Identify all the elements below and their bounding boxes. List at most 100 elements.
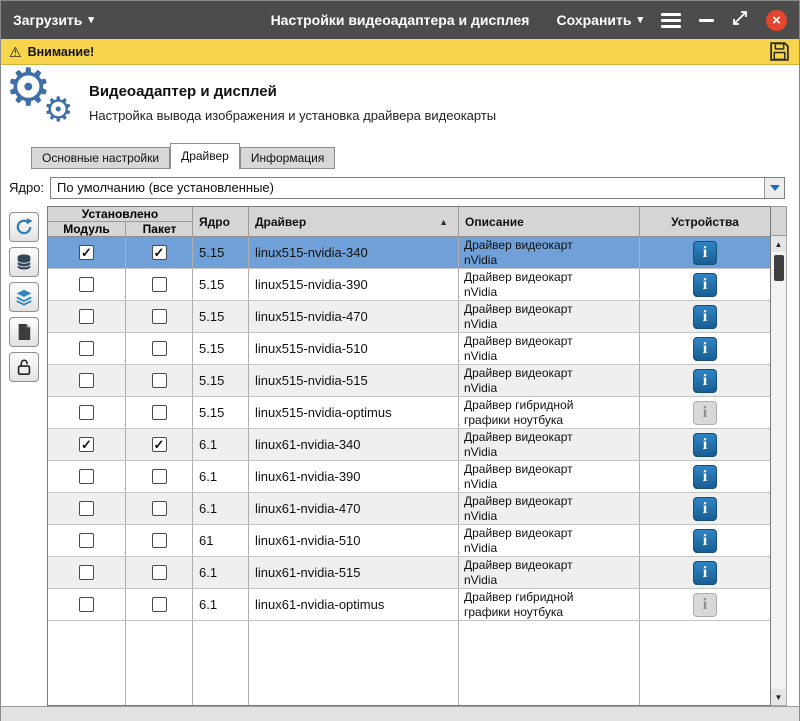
window-title: Настройки видеоадаптера и дисплея bbox=[271, 12, 530, 28]
minimize-button[interactable] bbox=[699, 19, 714, 22]
device-info-button[interactable] bbox=[693, 369, 717, 393]
packages-button[interactable] bbox=[9, 247, 39, 277]
log-button[interactable] bbox=[9, 317, 39, 347]
load-button-label: Загрузить bbox=[13, 12, 82, 28]
tab-driver[interactable]: Драйвер bbox=[170, 143, 240, 169]
table-row[interactable]: 5.15 linux515-nvidia-optimus Драйвер гиб… bbox=[48, 397, 770, 429]
vertical-scrollbar[interactable]: ▲ ▼ bbox=[771, 236, 787, 706]
package-checkbox[interactable] bbox=[152, 245, 167, 260]
device-info-button[interactable] bbox=[693, 465, 717, 489]
module-checkbox[interactable] bbox=[79, 405, 94, 420]
device-info-button[interactable] bbox=[693, 561, 717, 585]
table-row[interactable]: 6.1 linux61-nvidia-340 Драйвер видеокарт… bbox=[48, 429, 770, 461]
tab-information[interactable]: Информация bbox=[240, 147, 335, 169]
table-header: Установлено Модуль Пакет Ядро Драйвер ▲ … bbox=[48, 207, 770, 237]
kernel-cell: 6.1 bbox=[193, 589, 249, 621]
device-info-button[interactable] bbox=[693, 401, 717, 425]
table-row[interactable]: 5.15 linux515-nvidia-340 Драйвер видеока… bbox=[48, 237, 770, 269]
side-toolbar bbox=[9, 206, 39, 382]
package-checkbox[interactable] bbox=[152, 597, 167, 612]
load-button[interactable]: Загрузить ▾ bbox=[13, 12, 94, 28]
package-checkbox[interactable] bbox=[152, 437, 167, 452]
kernel-row: Ядро: По умолчанию (все установленные) bbox=[1, 169, 799, 206]
lock-icon bbox=[15, 358, 33, 376]
column-header-installed[interactable]: Установлено Модуль Пакет bbox=[48, 207, 193, 237]
app-header: ⚙ ⚙ Видеоадаптер и дисплей Настройка выв… bbox=[1, 65, 799, 141]
table-row[interactable]: 6.1 linux61-nvidia-515 Драйвер видеокарт… bbox=[48, 557, 770, 589]
chevron-down-icon bbox=[770, 185, 780, 191]
quick-save-button[interactable] bbox=[768, 40, 791, 63]
package-checkbox[interactable] bbox=[152, 373, 167, 388]
module-checkbox[interactable] bbox=[79, 373, 94, 388]
table-row[interactable]: 5.15 linux515-nvidia-510 Драйвер видеока… bbox=[48, 333, 770, 365]
dropdown-caret-icon: ▾ bbox=[88, 15, 94, 26]
description-cell: Драйвер видеокарт nVidia bbox=[464, 270, 586, 299]
expand-icon bbox=[732, 10, 748, 26]
kernel-select-arrow-button[interactable] bbox=[764, 178, 784, 198]
refresh-button[interactable] bbox=[9, 212, 39, 242]
device-info-button[interactable] bbox=[693, 273, 717, 297]
device-info-button[interactable] bbox=[693, 241, 717, 265]
package-checkbox[interactable] bbox=[152, 277, 167, 292]
driver-cell: linux61-nvidia-515 bbox=[249, 557, 459, 589]
table-row[interactable]: 6.1 linux61-nvidia-optimus Драйвер гибри… bbox=[48, 589, 770, 621]
module-checkbox[interactable] bbox=[79, 437, 94, 452]
package-checkbox[interactable] bbox=[152, 501, 167, 516]
arrow-up-icon: ▲ bbox=[775, 240, 783, 249]
module-checkbox[interactable] bbox=[79, 469, 94, 484]
menu-icon[interactable] bbox=[661, 13, 681, 28]
module-checkbox[interactable] bbox=[79, 501, 94, 516]
table-empty-area bbox=[48, 621, 770, 705]
description-cell: Драйвер видеокарт nVidia bbox=[464, 558, 586, 587]
package-checkbox[interactable] bbox=[152, 309, 167, 324]
column-header-package[interactable]: Пакет bbox=[126, 222, 193, 236]
driver-cell: linux61-nvidia-optimus bbox=[249, 589, 459, 621]
close-button[interactable]: × bbox=[766, 10, 787, 31]
device-info-button[interactable] bbox=[693, 305, 717, 329]
tab-basic-settings[interactable]: Основные настройки bbox=[31, 147, 170, 169]
scroll-up-button[interactable]: ▲ bbox=[771, 236, 786, 252]
window-bottom-edge bbox=[1, 706, 799, 721]
column-header-kernel[interactable]: Ядро bbox=[193, 207, 249, 237]
column-header-description[interactable]: Описание bbox=[459, 207, 640, 237]
scrollbar-thumb[interactable] bbox=[774, 255, 784, 281]
device-info-button[interactable] bbox=[693, 433, 717, 457]
table-row[interactable]: 6.1 linux61-nvidia-470 Драйвер видеокарт… bbox=[48, 493, 770, 525]
unlock-button[interactable] bbox=[9, 352, 39, 382]
save-button[interactable]: Сохранить ▾ bbox=[557, 12, 644, 28]
maximize-button[interactable] bbox=[732, 10, 748, 31]
module-checkbox[interactable] bbox=[79, 277, 94, 292]
module-checkbox[interactable] bbox=[79, 341, 94, 356]
table-row[interactable]: 61 linux61-nvidia-510 Драйвер видеокарт … bbox=[48, 525, 770, 557]
package-checkbox[interactable] bbox=[152, 405, 167, 420]
device-info-button[interactable] bbox=[693, 593, 717, 617]
module-checkbox[interactable] bbox=[79, 597, 94, 612]
package-checkbox[interactable] bbox=[152, 533, 167, 548]
device-info-button[interactable] bbox=[693, 497, 717, 521]
kernel-cell: 6.1 bbox=[193, 493, 249, 525]
close-icon: × bbox=[772, 13, 781, 28]
column-header-devices[interactable]: Устройства bbox=[640, 207, 770, 237]
table-row[interactable]: 5.15 linux515-nvidia-390 Драйвер видеока… bbox=[48, 269, 770, 301]
table-row[interactable]: 5.15 linux515-nvidia-515 Драйвер видеока… bbox=[48, 365, 770, 397]
column-header-module[interactable]: Модуль bbox=[48, 222, 126, 236]
page-subtitle: Настройка вывода изображения и установка… bbox=[89, 108, 496, 123]
table-row[interactable]: 6.1 linux61-nvidia-390 Драйвер видеокарт… bbox=[48, 461, 770, 493]
table-row[interactable]: 5.15 linux515-nvidia-470 Драйвер видеока… bbox=[48, 301, 770, 333]
device-info-button[interactable] bbox=[693, 529, 717, 553]
column-header-driver[interactable]: Драйвер ▲ bbox=[249, 207, 459, 237]
module-checkbox[interactable] bbox=[79, 533, 94, 548]
module-checkbox[interactable] bbox=[79, 309, 94, 324]
module-checkbox[interactable] bbox=[79, 565, 94, 580]
layers-button[interactable] bbox=[9, 282, 39, 312]
content-area: Установлено Модуль Пакет Ядро Драйвер ▲ … bbox=[1, 206, 799, 706]
package-checkbox[interactable] bbox=[152, 341, 167, 356]
package-checkbox[interactable] bbox=[152, 469, 167, 484]
kernel-select[interactable]: По умолчанию (все установленные) bbox=[50, 177, 785, 199]
package-checkbox[interactable] bbox=[152, 565, 167, 580]
device-info-button[interactable] bbox=[693, 337, 717, 361]
kernel-cell: 5.15 bbox=[193, 365, 249, 397]
scroll-down-button[interactable]: ▼ bbox=[771, 689, 786, 705]
module-checkbox[interactable] bbox=[79, 245, 94, 260]
description-cell: Драйвер видеокарт nVidia bbox=[464, 238, 586, 267]
